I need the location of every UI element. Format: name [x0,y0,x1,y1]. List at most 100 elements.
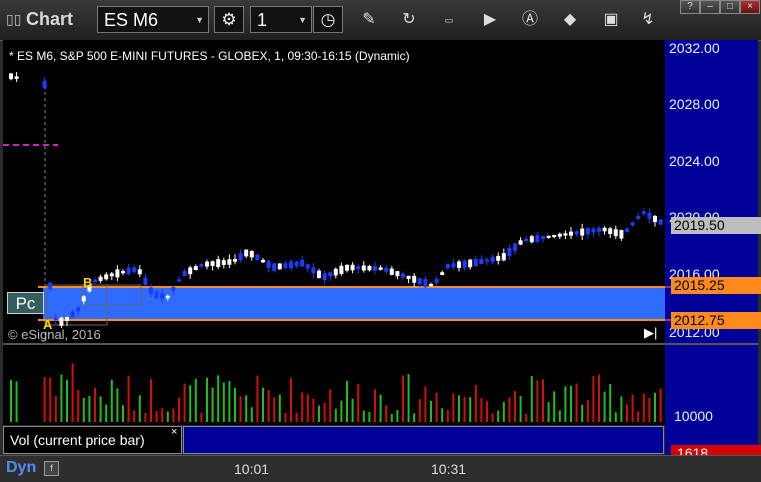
candle-body [513,243,517,251]
volume-bar [284,412,287,422]
candle-body [641,211,646,214]
candle-body [350,264,355,271]
camera-icon[interactable]: ▣ [601,10,621,30]
minimize-icon[interactable]: – [700,0,720,14]
candle-body [345,264,349,271]
volume-bar [586,400,589,422]
volume-bar [88,395,91,422]
alert-icon[interactable]: Ⓐ [520,10,540,30]
link-icon[interactable]: ↯ [638,10,658,30]
volume-bar [514,391,516,422]
play-icon[interactable]: ▶ [480,10,500,30]
volume-bar [122,405,124,422]
study-icon[interactable]: ▭ [439,10,459,30]
volume-bar [452,393,455,422]
candle-body [154,291,159,299]
go-to-end-icon[interactable]: ▶| [644,325,657,341]
pc-label[interactable]: Pc [7,292,44,314]
candle-body [580,228,585,236]
candle-body [378,267,383,270]
symbol-selector[interactable]: ES M6 ▼ [97,6,209,33]
candle-body [524,238,529,242]
candle-body [636,216,641,219]
volume-bar [150,379,152,422]
candle-body [507,248,512,256]
price-chart-svg [3,72,758,422]
volume-bar [570,385,572,422]
interval-selector[interactable]: 1 ▼ [250,6,312,33]
volume-bar [508,397,511,422]
settings-button[interactable]: ⚙ [214,6,244,33]
eraser-icon[interactable]: ◆ [560,10,580,30]
close-study-icon[interactable]: × [171,426,177,438]
time-axis[interactable]: Dyn f 10:01 10:31 [0,455,761,482]
candle-body [535,235,540,242]
volume-bar [15,381,18,422]
volume-bar [94,388,96,422]
volume-bar [295,412,298,422]
time-template-button[interactable]: ◷ [313,6,343,33]
volume-bar [133,410,136,422]
candle-body [70,311,75,318]
volume-bar [435,392,438,422]
copyright: © eSignal, 2016 [8,327,101,342]
candle-body [221,260,226,265]
volume-bar [189,385,192,422]
candle-body [496,255,501,261]
maximize-icon[interactable]: □ [720,0,740,14]
dynamic-mode-label[interactable]: Dyn [6,459,36,477]
candle-body [333,268,338,276]
candle-body [406,275,411,280]
price-tick: 2028.00 [669,96,720,112]
candle-body [289,261,293,269]
close-icon[interactable]: × [740,0,760,14]
volume-bars-group [10,363,662,422]
volume-bar [351,398,354,422]
candle-body [552,234,557,238]
pencil-icon[interactable]: ✎ [359,10,379,30]
volume-bar [575,383,578,422]
candle-body [445,264,450,269]
candle-body [165,295,170,299]
candle-body [182,271,187,277]
candle-body [423,279,428,288]
volume-bar [396,410,399,422]
volume-bar [609,383,612,422]
clock-icon: ◷ [320,10,336,29]
candle-body [490,256,495,263]
candle-body [625,228,629,232]
volume-bar [334,408,337,422]
candle-body [317,270,321,279]
volume-study-label[interactable]: Vol (current price bar) [3,426,182,454]
candle-body [93,279,97,282]
candle-body [266,261,271,269]
lock-icon[interactable]: f [44,461,59,476]
candle-body [249,250,254,258]
volume-bar [256,375,259,422]
candle-body [412,275,417,283]
volume-bar [273,397,276,422]
help-icon[interactable]: ? [680,0,700,14]
candle-body [188,267,193,275]
cursor-sync-icon[interactable]: ↻ [399,10,419,30]
candle-body [65,317,69,322]
volume-bar [290,377,292,422]
volume-tick: 10000 [674,408,713,424]
volume-bar [474,384,477,422]
candle-body [115,269,120,278]
candle-body [311,267,316,274]
candle-body [305,264,310,269]
volume-bar [603,391,606,422]
volume-bar [659,388,662,422]
candle-body [9,73,13,80]
window-title: Chart [26,9,74,29]
candle-body [171,287,176,291]
volume-bar [82,397,85,422]
volume-bar [502,401,505,422]
pc-high-tag: 2015.25 [671,277,761,294]
chart-title: * ES M6, S&P 500 E-MINI FUTURES - GLOBEX… [9,49,410,63]
candle-body [81,296,86,302]
chart-area[interactable]: * ES M6, S&P 500 E-MINI FUTURES - GLOBEX… [3,40,761,462]
candle-body [261,259,265,263]
toolbar: ▯▯ Chart ES M6 ▼ ⚙ 1 ▼ ◷ ✎ ↻ ▭ ▶ Ⓐ ◆ ▣ ↯… [0,0,761,41]
